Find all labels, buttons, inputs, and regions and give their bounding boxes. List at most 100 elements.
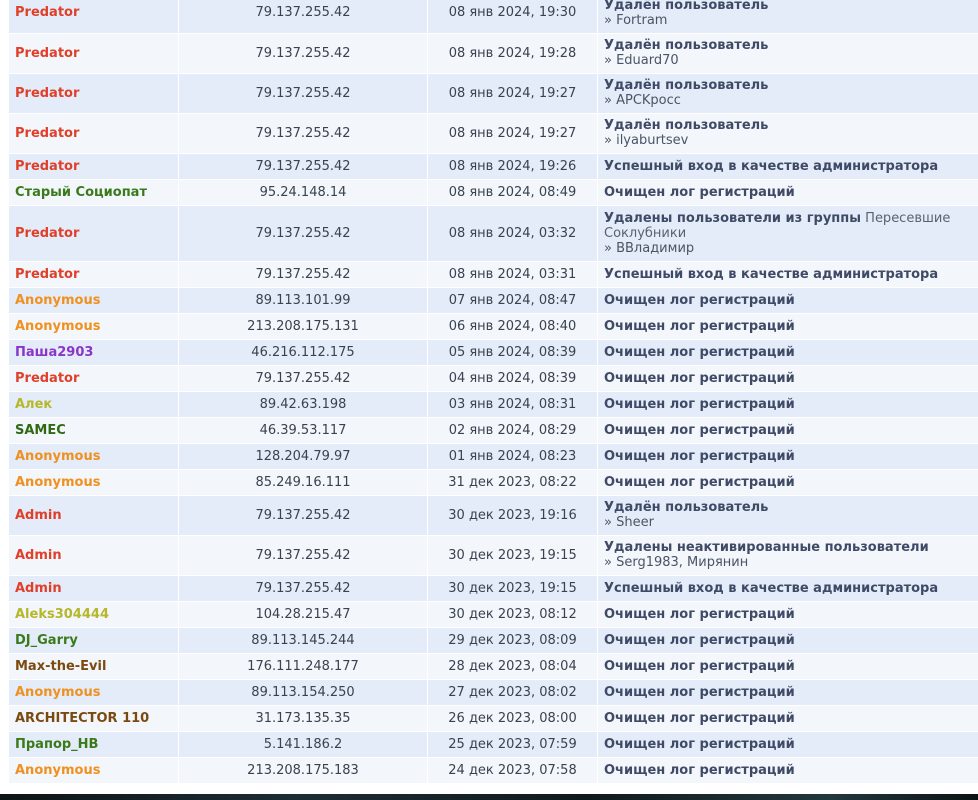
log-time: 24 дек 2023, 07:58 [427,757,598,784]
log-row: DJ_Garry 89.113.145.244 29 дек 2023, 08:09… [9,627,978,654]
log-action-target[interactable]: » Serg1983, Мирянин [604,555,978,570]
log-ip: 213.208.175.131 [178,313,428,340]
log-action-target[interactable]: » ilyaburtsev [604,133,978,148]
log-time: 08 янв 2024, 19:30 [427,0,598,34]
log-action-title: Удалён пользователь [604,0,769,13]
log-action: Очищен лог регистраций [597,391,978,418]
log-action: Очищен лог регистраций [597,339,978,366]
log-time: 30 дек 2023, 19:15 [427,575,598,602]
left-gutter [0,0,9,794]
log-ip: 79.137.255.42 [178,73,428,114]
log-ip: 79.137.255.42 [178,205,428,262]
log-ip: 95.24.148.14 [178,179,428,206]
log-action-target[interactable]: » APCKpocc [604,93,978,108]
log-user-link[interactable]: Прапор_НВ [9,731,179,758]
log-action-title: Очищен лог регистраций [604,318,795,334]
log-user-link[interactable]: Admin [9,575,179,602]
log-time: 06 янв 2024, 08:40 [427,313,598,340]
log-user-link[interactable]: Aleks304444 [9,601,179,628]
log-user-link[interactable]: Anonymous [9,287,179,314]
log-row: Aleks304444 104.28.215.47 30 дек 2023, 08:… [9,601,978,628]
log-time: 29 дек 2023, 08:09 [427,627,598,654]
log-time: 25 дек 2023, 07:59 [427,731,598,758]
log-time: 05 янв 2024, 08:39 [427,339,598,366]
log-user-link[interactable]: ARCHITECTOR 110 [9,705,179,732]
log-ip: 89.113.145.244 [178,627,428,654]
log-row: Max-the-Evil 176.111.248.177 28 дек 2023, … [9,653,978,680]
log-action-target[interactable]: » ВВладимир [604,241,978,256]
log-user-link[interactable]: Predator [9,73,179,114]
log-ip: 31.173.135.35 [178,705,428,732]
log-action-title: Очищен лог регистраций [604,184,795,200]
log-row: Admin 79.137.255.42 30 дек 2023, 19:16 Удал… [9,495,978,536]
log-user-link[interactable]: Predator [9,153,179,180]
log-user-link[interactable]: Старый Социопат [9,179,179,206]
log-action: Очищен лог регистраций [597,313,978,340]
log-user-link[interactable]: Anonymous [9,679,179,706]
log-row: Predator 79.137.255.42 04 янв 2024, 08:39 О… [9,365,978,392]
log-user-link[interactable]: Predator [9,261,179,288]
log-ip: 89.113.154.250 [178,679,428,706]
log-action-title: Очищен лог регистраций [604,292,795,308]
log-ip: 213.208.175.183 [178,757,428,784]
log-user-link[interactable]: Predator [9,113,179,154]
log-ip: 89.113.101.99 [178,287,428,314]
log-action-target[interactable]: » Sheer [604,515,978,530]
log-action-title: Очищен лог регистраций [604,632,795,648]
log-time: 07 янв 2024, 08:47 [427,287,598,314]
log-ip: 5.141.186.2 [178,731,428,758]
log-action-target[interactable]: » Fortram [604,13,978,28]
log-action-title: Очищен лог регистраций [604,684,795,700]
log-user-link[interactable]: Predator [9,33,179,74]
log-time: 30 дек 2023, 19:15 [427,535,598,576]
log-action: Очищен лог регистраций [597,417,978,444]
log-ip: 79.137.255.42 [178,495,428,536]
admin-log-body: Predator 79.137.255.42 08 янв 2024, 19:30 У… [9,0,978,784]
log-user-link[interactable]: SAMEC [9,417,179,444]
log-user-link[interactable]: Admin [9,535,179,576]
log-ip: 176.111.248.177 [178,653,428,680]
log-row: Anonymous 85.249.16.111 31 дек 2023, 08:22… [9,469,978,496]
log-time: 08 янв 2024, 03:31 [427,261,598,288]
log-action-target[interactable]: » Eduard70 [604,53,978,68]
log-time: 08 янв 2024, 03:32 [427,205,598,262]
log-ip: 46.39.53.117 [178,417,428,444]
log-ip: 79.137.255.42 [178,33,428,74]
log-user-link[interactable]: Predator [9,365,179,392]
log-row: Predator 79.137.255.42 08 янв 2024, 19:27 У… [9,113,978,154]
log-action: Очищен лог регистраций [597,443,978,470]
log-user-link[interactable]: Алек [9,391,179,418]
log-user-link[interactable]: Anonymous [9,757,179,784]
log-action: Очищен лог регистраций [597,365,978,392]
log-row: SAMEC 46.39.53.117 02 янв 2024, 08:29 Очище… [9,417,978,444]
log-ip: 79.137.255.42 [178,113,428,154]
log-action: Очищен лог регистраций [597,287,978,314]
log-action: Удалены пользователи из группы Пересевши… [597,205,978,262]
log-time: 08 янв 2024, 19:27 [427,73,598,114]
log-user-link[interactable]: Anonymous [9,313,179,340]
log-user-link[interactable]: Max-the-Evil [9,653,179,680]
log-row: Anonymous 89.113.154.250 27 дек 2023, 08:0… [9,679,978,706]
log-user-link[interactable]: Anonymous [9,469,179,496]
log-action-title: Очищен лог регистраций [604,606,795,622]
log-action: Удалён пользователь» Fortram [597,0,978,34]
log-time: 08 янв 2024, 19:27 [427,113,598,154]
log-row: ARCHITECTOR 110 31.173.135.35 26 дек 2023,… [9,705,978,732]
log-action: Очищен лог регистраций [597,757,978,784]
log-user-link[interactable]: Predator [9,205,179,262]
log-action-title: Очищен лог регистраций [604,658,795,674]
log-user-link[interactable]: Admin [9,495,179,536]
log-time: 28 дек 2023, 08:04 [427,653,598,680]
log-user-link[interactable]: Predator [9,0,179,34]
log-user-link[interactable]: DJ_Garry [9,627,179,654]
log-action-title: Очищен лог регистраций [604,422,795,438]
log-action: Очищен лог регистраций [597,731,978,758]
log-row: Прапор_НВ 5.141.186.2 25 дек 2023, 07:59 Оч… [9,731,978,758]
log-action-title: Очищен лог регистраций [604,448,795,464]
log-time: 03 янв 2024, 08:31 [427,391,598,418]
log-user-link[interactable]: Паша2903 [9,339,179,366]
log-time: 26 дек 2023, 08:00 [427,705,598,732]
log-time: 31 дек 2023, 08:22 [427,469,598,496]
log-user-link[interactable]: Anonymous [9,443,179,470]
log-row: Admin 79.137.255.42 30 дек 2023, 19:15 Успе… [9,575,978,602]
